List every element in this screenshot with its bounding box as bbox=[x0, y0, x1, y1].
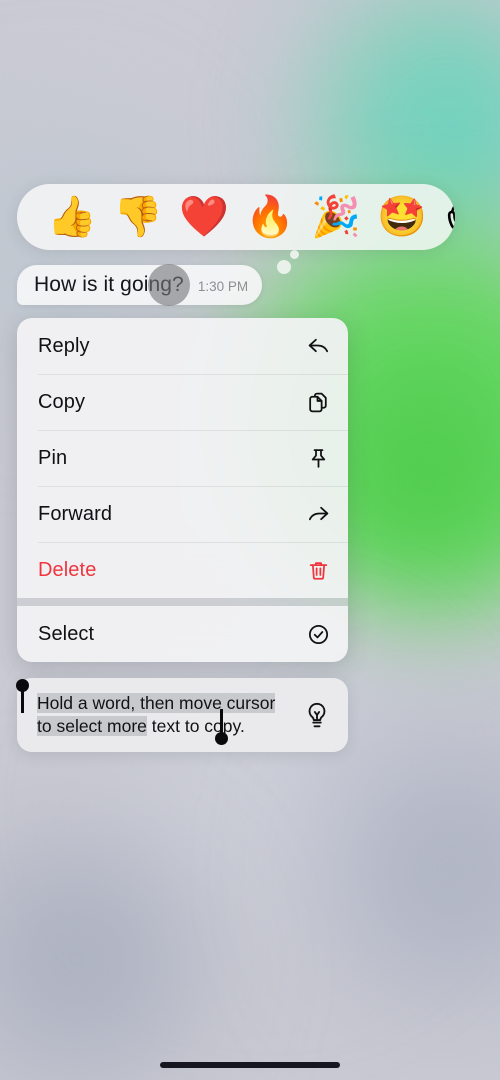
forward-arrow-icon bbox=[305, 501, 331, 527]
menu-item-delete[interactable]: Delete bbox=[17, 542, 348, 598]
menu-item-label: Pin bbox=[38, 446, 68, 469]
star-struck-emoji[interactable]: 🤩 bbox=[369, 197, 435, 237]
lightbulb-icon bbox=[302, 700, 332, 730]
red-heart-emoji[interactable]: ❤️ bbox=[171, 197, 237, 237]
menu-item-pin[interactable]: Pin bbox=[17, 430, 348, 486]
copy-documents-icon bbox=[305, 389, 331, 415]
pin-icon bbox=[305, 445, 331, 471]
fire-emoji[interactable]: 🔥 bbox=[237, 197, 303, 237]
menu-group: Select bbox=[17, 606, 348, 662]
check-circle-icon bbox=[305, 621, 331, 647]
emoji-reaction-bar[interactable]: 👍👎❤️🔥🎉🤩😱 bbox=[17, 184, 455, 250]
menu-item-label: Forward bbox=[38, 502, 113, 525]
menu-item-label: Select bbox=[38, 622, 95, 645]
reaction-bar-tail-dot-small bbox=[290, 250, 299, 259]
reply-arrow-icon bbox=[305, 333, 331, 359]
home-indicator[interactable] bbox=[160, 1062, 340, 1068]
menu-item-select[interactable]: Select bbox=[17, 606, 348, 662]
selection-hint-tooltip: Hold a word, then move cursor to select … bbox=[17, 678, 348, 752]
hint-unselected-text: text to copy. bbox=[146, 716, 245, 736]
message-timestamp: 1:30 PM bbox=[197, 279, 249, 294]
selection-handle-end-knob[interactable] bbox=[215, 732, 228, 745]
menu-group-separator bbox=[17, 598, 348, 606]
selection-handle-start-knob[interactable] bbox=[16, 679, 29, 692]
message-context-menu[interactable]: Reply Copy Pin Forward Delete Select bbox=[17, 318, 348, 662]
menu-item-copy[interactable]: Copy bbox=[17, 374, 348, 430]
trash-icon bbox=[305, 557, 331, 583]
menu-group: Reply Copy Pin Forward Delete bbox=[17, 318, 348, 598]
thumbs-up-emoji[interactable]: 👍 bbox=[39, 197, 105, 237]
message-bubble[interactable]: How is it going? 1:30 PM bbox=[17, 265, 263, 305]
reaction-bar-tail-dot-large bbox=[277, 260, 291, 274]
party-popper-emoji[interactable]: 🎉 bbox=[303, 197, 369, 237]
menu-item-label: Copy bbox=[38, 390, 86, 413]
menu-item-forward[interactable]: Forward bbox=[17, 486, 348, 542]
touch-press-indicator bbox=[148, 264, 190, 306]
menu-item-reply[interactable]: Reply bbox=[17, 318, 348, 374]
menu-item-label: Delete bbox=[38, 558, 97, 581]
selection-hint-text: Hold a word, then move cursor to select … bbox=[37, 692, 300, 738]
thumbs-down-emoji[interactable]: 👎 bbox=[105, 197, 171, 237]
menu-item-label: Reply bbox=[38, 334, 90, 357]
